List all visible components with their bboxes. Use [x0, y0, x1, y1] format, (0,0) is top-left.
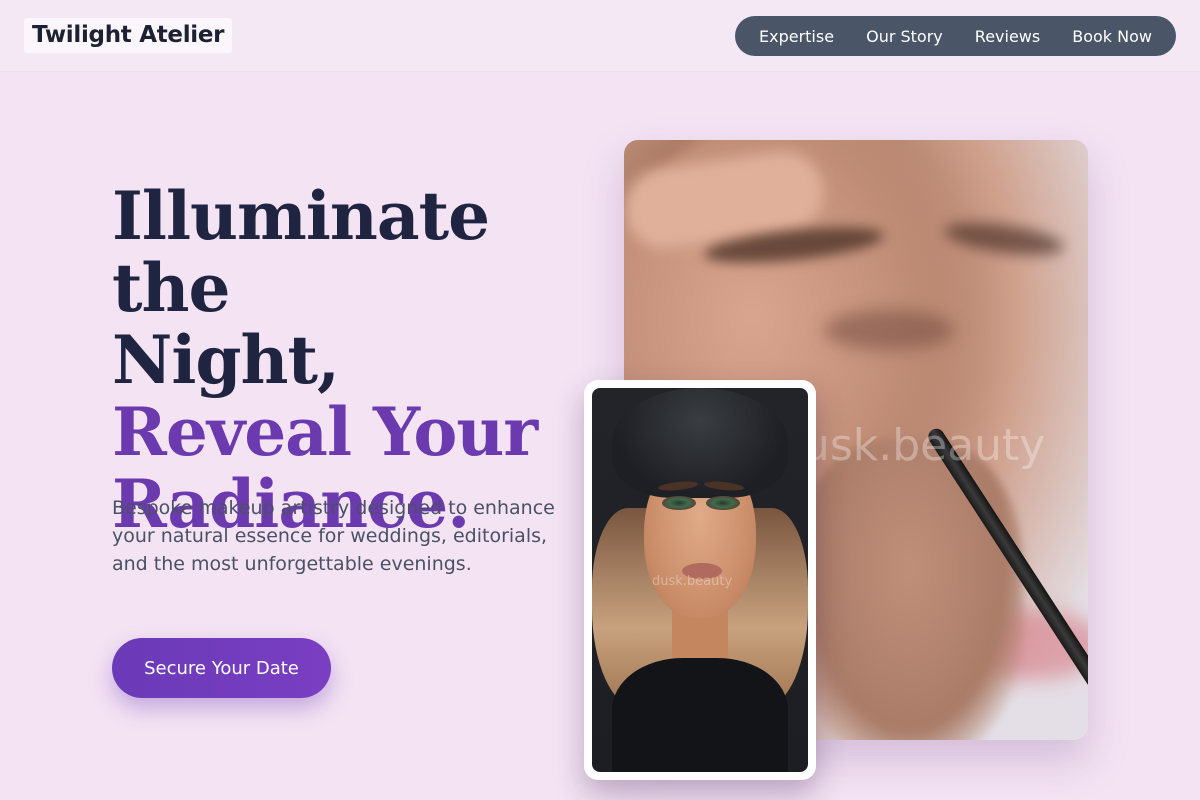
nav-link-our-story[interactable]: Our Story [866, 27, 943, 46]
main-nav: Expertise Our Story Reviews Book Now [735, 16, 1176, 56]
model-portrait-photo: dusk.beauty [592, 388, 808, 772]
model-portrait-card: dusk.beauty [584, 380, 816, 780]
nav-link-expertise[interactable]: Expertise [759, 27, 834, 46]
headline-line-1: Illuminate the [112, 177, 490, 327]
small-photo-watermark: dusk.beauty [652, 574, 733, 589]
site-header: Twilight Atelier Expertise Our Story Rev… [0, 0, 1200, 72]
brand-logo[interactable]: Twilight Atelier [24, 18, 233, 53]
portrait-top [612, 658, 788, 772]
photo-hand [794, 440, 1024, 740]
headline-line-2: Night, [112, 321, 340, 399]
photo-eye [824, 310, 954, 350]
portrait-eye-right [706, 496, 740, 510]
portrait-turban [612, 388, 788, 498]
portrait-eye-left [662, 496, 696, 510]
secure-date-button[interactable]: Secure Your Date [112, 638, 331, 698]
nav-link-book-now[interactable]: Book Now [1072, 27, 1152, 46]
hero-headline: Illuminate the Night, Reveal Your Radian… [112, 180, 592, 540]
nav-link-reviews[interactable]: Reviews [975, 27, 1040, 46]
headline-accent-line-1: Reveal Your [112, 393, 538, 471]
hero-description: Bespoke makeup artistry designed to enha… [112, 497, 555, 575]
